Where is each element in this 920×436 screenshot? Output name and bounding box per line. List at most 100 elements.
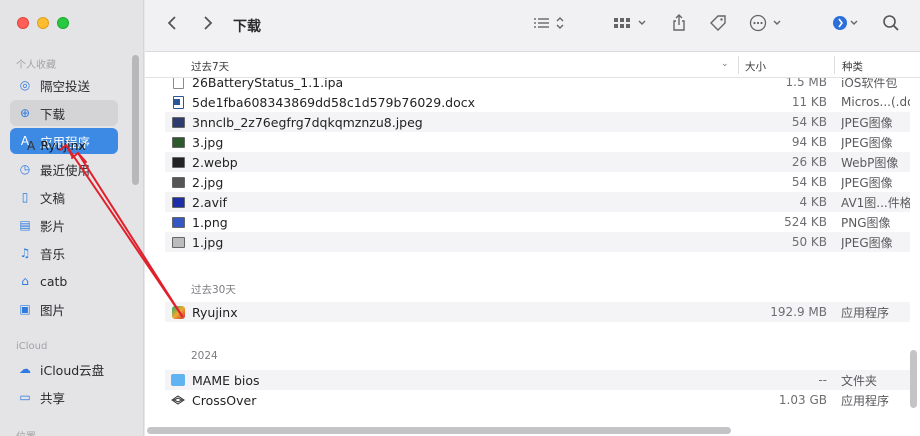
sidebar-item-label: 影片 [40, 218, 66, 234]
file-size: 50 KB [791, 235, 827, 249]
table-row[interactable]: CrossOver 1.03 GB 应用程序 [165, 390, 910, 410]
sidebar-section-favorites: 个人收藏 [16, 60, 56, 71]
list-view-icon [533, 16, 565, 34]
sidebar-item-pictures[interactable]: ▣ 图片 [10, 296, 118, 322]
table-row[interactable]: 2.jpg 54 KB JPEG图像 [165, 172, 910, 192]
grid-group-icon [613, 16, 649, 34]
column-header: 过去7天 ⌄ 大小 种类 [145, 52, 920, 78]
file-kind: Micros...(.docx) [841, 95, 910, 109]
view-options-button[interactable] [529, 14, 569, 36]
sidebar-item-home[interactable]: ⌂ catb [10, 268, 118, 294]
finder-window: 个人收藏 ◎ 隔空投送 ⊕ 下载 A 应用程序 ◷ 最近使用 ▯ 文稿 ▤ 影片… [0, 0, 920, 436]
sidebar-item-icloud-drive[interactable]: ☁ iCloud云盘 [10, 356, 118, 382]
close-button[interactable] [17, 17, 29, 29]
table-row[interactable]: 3nnclb_2z76egfrg7dqkqmznzu8.jpeg 54 KB J… [165, 112, 910, 132]
sidebar-item-airdrop[interactable]: ◎ 隔空投送 [10, 72, 118, 98]
folder-icon [171, 373, 185, 387]
sidebar-item-label: 文稿 [40, 190, 66, 206]
jpeg-icon [171, 135, 185, 149]
column-divider[interactable] [834, 56, 835, 74]
sidebar-item-shared[interactable]: ▭ 共享 [10, 384, 118, 410]
tag-icon [709, 14, 727, 36]
minimize-button[interactable] [37, 17, 49, 29]
toolbar: 下载 [145, 0, 920, 52]
sidebar-scrollbar[interactable] [132, 55, 139, 185]
column-divider[interactable] [738, 56, 739, 74]
sidebar-item-movies[interactable]: ▤ 影片 [10, 212, 118, 238]
horizontal-scrollbar[interactable] [147, 427, 731, 434]
more-actions-button[interactable] [747, 14, 787, 36]
clock-icon: ◷ [19, 162, 31, 176]
table-row[interactable]: Ryujinx 192.9 MB 应用程序 [165, 302, 910, 322]
sidebar-item-label: iCloud云盘 [40, 362, 105, 378]
table-row[interactable]: 5de1fba608343869dd58c1d579b76029.docx 11… [165, 92, 910, 112]
forward-button[interactable] [199, 14, 217, 36]
sidebar: 个人收藏 ◎ 隔空投送 ⊕ 下载 A 应用程序 ◷ 最近使用 ▯ 文稿 ▤ 影片… [0, 0, 144, 436]
group-header-past-30-days: 过去30天 [191, 284, 236, 296]
file-name: 3nnclb_2z76egfrg7dqkqmznzu8.jpeg [192, 114, 423, 130]
drag-ghost-label: Ryujinx [40, 138, 86, 153]
back-button[interactable] [163, 14, 181, 36]
applications-icon: A [27, 138, 36, 153]
shared-folder-icon: ▭ [19, 390, 31, 404]
file-name: 3.jpg [192, 134, 224, 150]
search-button[interactable] [881, 14, 901, 36]
drag-ghost: A Ryujinx [27, 138, 86, 153]
file-size: 11 KB [791, 95, 827, 109]
file-kind: WebP图像 [841, 155, 899, 170]
file-name: Ryujinx [192, 304, 238, 320]
file-size: 524 KB [784, 215, 827, 229]
group-button[interactable] [611, 14, 651, 36]
sidebar-item-music[interactable]: ♫ 音乐 [10, 240, 118, 266]
extension-button[interactable] [829, 14, 863, 36]
tag-button[interactable] [707, 14, 729, 36]
sidebar-item-recents[interactable]: ◷ 最近使用 [10, 156, 118, 182]
webp-icon [171, 155, 185, 169]
file-size: 192.9 MB [770, 305, 827, 319]
column-header-name[interactable]: 过去7天 [191, 59, 229, 74]
file-size: 4 KB [799, 195, 827, 209]
table-row[interactable]: 2.webp 26 KB WebP图像 [165, 152, 910, 172]
window-title: 下载 [233, 19, 261, 35]
vertical-scrollbar[interactable] [910, 350, 917, 408]
file-kind: iOS软件包 [841, 78, 898, 90]
file-name: 2.jpg [192, 174, 224, 190]
chevron-right-icon [203, 16, 213, 34]
table-row[interactable]: MAME bios -- 文件夹 [165, 370, 910, 390]
app-icon [171, 305, 185, 319]
chevron-down-icon[interactable]: ⌄ [721, 59, 729, 69]
column-header-size[interactable]: 大小 [745, 59, 766, 74]
sidebar-section-icloud: iCloud [16, 341, 48, 352]
sidebar-item-label: 共享 [40, 390, 66, 406]
table-row[interactable]: 2.avif 4 KB AV1图...件格式 [165, 192, 910, 212]
document-icon: ▯ [21, 190, 29, 204]
file-kind: 应用程序 [841, 305, 890, 320]
file-name: 5de1fba608343869dd58c1d579b76029.docx [192, 94, 476, 110]
sidebar-item-downloads[interactable]: ⊕ 下载 [10, 100, 118, 126]
airdrop-icon: ◎ [19, 78, 31, 92]
sidebar-section-locations: 位置 [16, 428, 36, 436]
png-icon [171, 215, 185, 229]
file-size: 1.03 GB [778, 393, 827, 407]
column-header-kind[interactable]: 种类 [842, 59, 863, 74]
table-row[interactable]: 26BatteryStatus_1.1.ipa 1.5 MB iOS软件包 [165, 78, 910, 92]
zoom-button[interactable] [57, 17, 69, 29]
share-button[interactable] [669, 14, 689, 36]
table-row[interactable]: 1.png 524 KB PNG图像 [165, 212, 910, 232]
file-kind: PNG图像 [841, 215, 891, 230]
file-name: 26BatteryStatus_1.1.ipa [192, 78, 344, 90]
file-name: MAME bios [192, 372, 260, 388]
photo-icon: ▣ [19, 302, 31, 316]
file-size: 94 KB [791, 135, 827, 149]
file-name: 1.png [192, 214, 228, 230]
sidebar-item-documents[interactable]: ▯ 文稿 [10, 184, 118, 210]
table-row[interactable]: 3.jpg 94 KB JPEG图像 [165, 132, 910, 152]
home-icon: ⌂ [21, 274, 29, 288]
file-kind: 应用程序 [841, 393, 890, 408]
file-name: 1.jpg [192, 234, 224, 250]
group-header-2024: 2024 [191, 350, 218, 362]
music-icon: ♫ [19, 246, 31, 260]
file-size: 54 KB [791, 115, 827, 129]
table-row[interactable]: 1.jpg 50 KB JPEG图像 [165, 232, 910, 252]
cloud-icon: ☁ [19, 362, 31, 376]
